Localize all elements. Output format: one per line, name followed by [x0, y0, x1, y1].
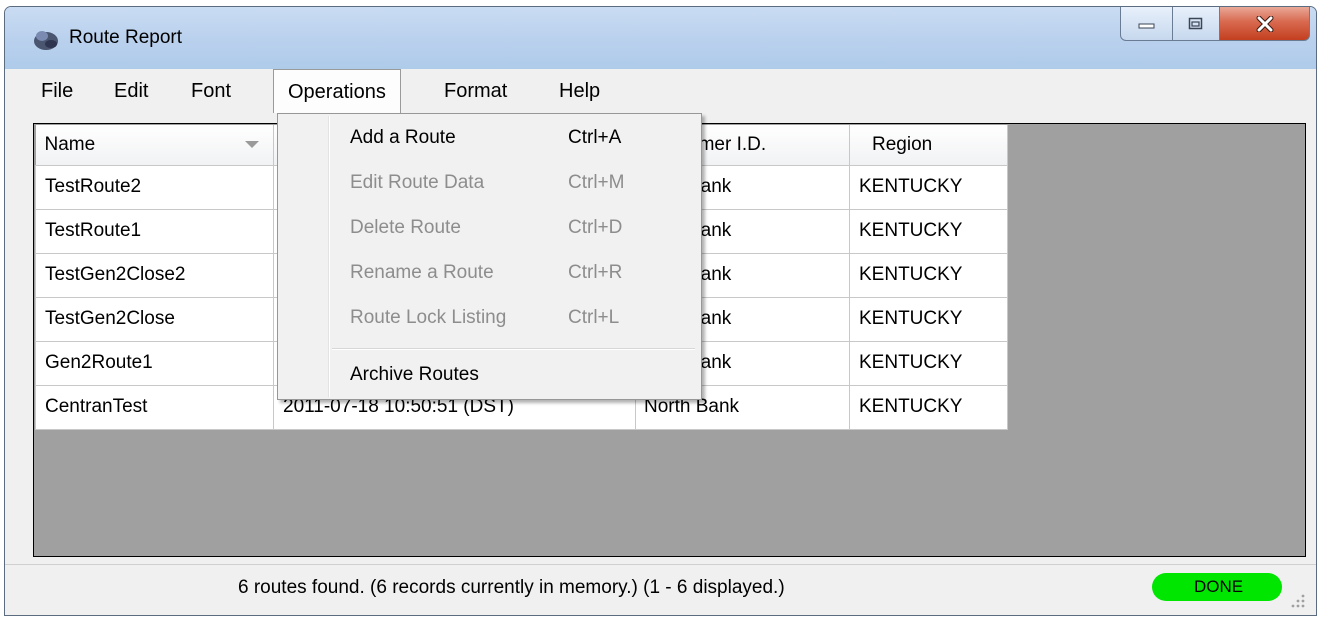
- menu-item-shortcut: Ctrl+A: [568, 127, 622, 148]
- cell-name[interactable]: TestRoute1: [35, 208, 274, 254]
- cell-region[interactable]: KENTUCKY: [849, 340, 1008, 386]
- menu-format[interactable]: Format: [430, 69, 521, 113]
- cell-name[interactable]: TestRoute2: [35, 164, 274, 210]
- column-header-name[interactable]: Name: [35, 125, 274, 166]
- maximize-button[interactable]: [1173, 7, 1220, 41]
- column-header-label: Name: [44, 133, 96, 155]
- menu-bar: File Edit Font Operations Format Help: [5, 69, 1316, 114]
- menu-item-shortcut: Ctrl+R: [568, 262, 623, 283]
- menu-item-label: Delete Route: [350, 217, 461, 238]
- cell-region[interactable]: KENTUCKY: [849, 296, 1008, 342]
- operations-dropdown-menu: Add a Route Ctrl+A Edit Route Data Ctrl+…: [277, 113, 702, 400]
- cell-region[interactable]: KENTUCKY: [849, 252, 1008, 298]
- menu-separator: [332, 348, 695, 350]
- app-icon: [34, 31, 58, 50]
- close-button[interactable]: [1220, 7, 1310, 41]
- menu-item-shortcut: Ctrl+L: [568, 307, 620, 328]
- menu-operations[interactable]: Operations: [273, 69, 401, 113]
- status-badge: DONE: [1152, 573, 1282, 601]
- minimize-icon: [1138, 23, 1154, 28]
- menu-item-edit-route-data[interactable]: Edit Route Data Ctrl+M: [278, 161, 701, 205]
- title-bar[interactable]: Route Report: [5, 7, 1316, 69]
- menu-item-label: Add a Route: [350, 127, 456, 148]
- window-controls: [1120, 7, 1310, 41]
- menu-edit[interactable]: Edit: [100, 69, 162, 113]
- menu-item-label: Archive Routes: [350, 364, 479, 385]
- menu-item-shortcut: Ctrl+D: [568, 217, 623, 238]
- menu-item-label: Edit Route Data: [350, 172, 485, 193]
- column-header-region[interactable]: Region: [849, 125, 1008, 166]
- menu-file[interactable]: File: [27, 69, 87, 113]
- menu-font[interactable]: Font: [177, 69, 245, 113]
- status-text: 6 routes found. (6 records currently in …: [238, 577, 785, 598]
- cell-region[interactable]: KENTUCKY: [849, 384, 1008, 430]
- cell-region[interactable]: KENTUCKY: [849, 164, 1008, 210]
- cell-name[interactable]: TestGen2Close2: [35, 252, 274, 298]
- cell-region[interactable]: KENTUCKY: [849, 208, 1008, 254]
- route-report-window: Route Report File Edit Font Operations F…: [4, 6, 1317, 616]
- menu-item-archive-routes[interactable]: Archive Routes: [278, 353, 701, 397]
- close-icon: [1256, 15, 1273, 32]
- resize-grip-icon[interactable]: [1288, 591, 1306, 609]
- menu-item-shortcut: Ctrl+M: [568, 172, 625, 193]
- sort-dropdown-icon[interactable]: [245, 141, 259, 148]
- menu-help[interactable]: Help: [545, 69, 614, 113]
- maximize-icon: [1188, 17, 1203, 29]
- column-header-label: Region: [872, 133, 933, 155]
- menu-item-delete-route[interactable]: Delete Route Ctrl+D: [278, 206, 701, 250]
- window-title: Route Report: [69, 27, 183, 48]
- menu-item-label: Rename a Route: [350, 262, 494, 283]
- menu-item-rename-route[interactable]: Rename a Route Ctrl+R: [278, 251, 701, 295]
- menu-item-route-lock-listing[interactable]: Route Lock Listing Ctrl+L: [278, 296, 701, 340]
- minimize-button[interactable]: [1120, 7, 1173, 41]
- cell-name[interactable]: CentranTest: [35, 384, 274, 430]
- menu-item-add-route[interactable]: Add a Route Ctrl+A: [278, 116, 701, 160]
- cell-name[interactable]: Gen2Route1: [35, 340, 274, 386]
- cell-name[interactable]: TestGen2Close: [35, 296, 274, 342]
- menu-item-label: Route Lock Listing: [350, 307, 507, 328]
- status-bar: 6 routes found. (6 records currently in …: [5, 564, 1316, 615]
